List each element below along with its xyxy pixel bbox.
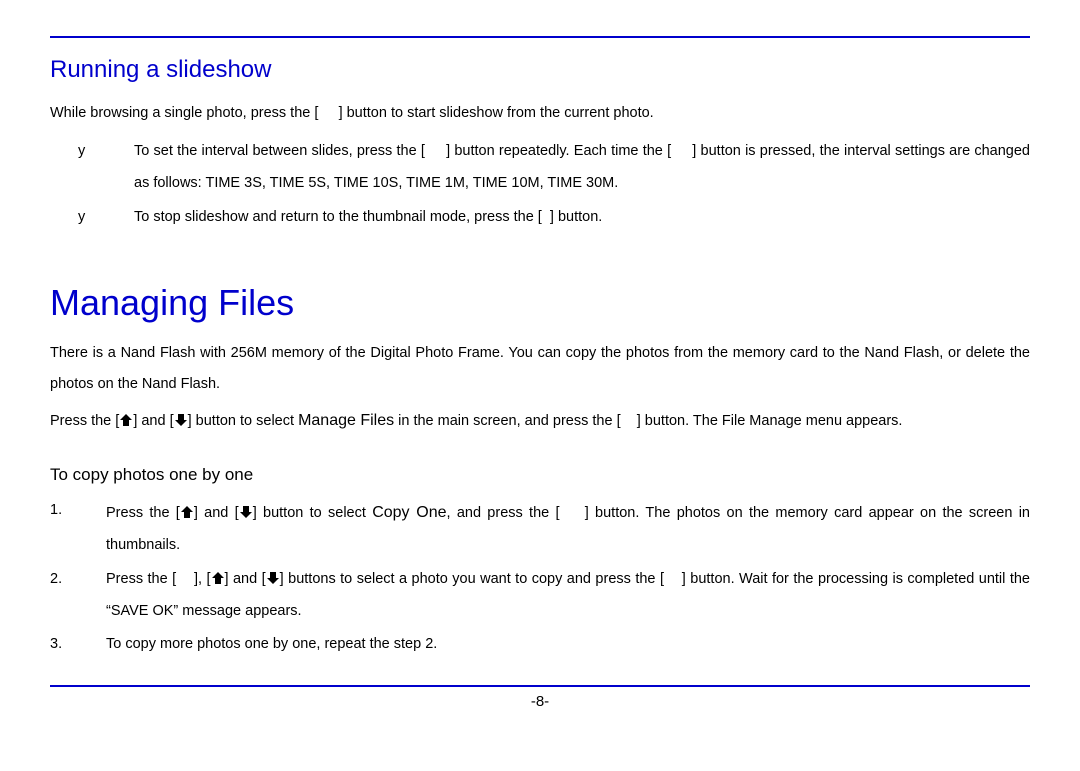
manage-files-label: Manage Files [298, 412, 394, 429]
text: Press the [ [106, 505, 180, 521]
text: , and press the [ [447, 505, 560, 521]
text: ] button. [550, 209, 602, 225]
step-text: Press the [ ] and [ ] button to select Cop… [106, 495, 1030, 562]
step-row: 1. Press the [ ] and [ ] button to select … [50, 495, 1030, 562]
bottom-rule [50, 685, 1030, 687]
text: ] button to start slideshow from the cur… [339, 105, 654, 121]
step-number: 1. [50, 495, 106, 562]
bullet-marker: y [78, 202, 134, 234]
arrow-up-icon [180, 505, 194, 519]
text: ] button to select [188, 413, 298, 429]
text: Press the [ [50, 413, 119, 429]
bullet-item: y To stop slideshow and return to the th… [78, 202, 1030, 234]
arrow-down-icon [239, 505, 253, 519]
arrow-down-icon [266, 571, 280, 585]
text: To stop slideshow and return to the thum… [134, 209, 542, 225]
text: To copy more photos one by one, repeat t… [106, 636, 437, 652]
arrow-up-icon [119, 413, 133, 427]
text: ], [ [194, 571, 211, 587]
text: ] button to select [253, 505, 373, 521]
copy-one-label: Copy One [372, 504, 446, 521]
managing-intro1: There is a Nand Flash with 256M memory o… [50, 338, 1030, 402]
section-heading-managing-files: Managing Files [50, 282, 1030, 324]
text: Press the [ [106, 571, 176, 587]
text: ] and [ [194, 505, 239, 521]
slideshow-bullets: y To set the interval between slides, pr… [78, 136, 1030, 234]
bullet-text: To set the interval between slides, pres… [134, 136, 1030, 200]
top-rule [50, 36, 1030, 38]
arrow-down-icon [174, 413, 188, 427]
text: ] buttons to select a photo you want to … [280, 571, 664, 587]
step-row: 3. To copy more photos one by one, repea… [50, 629, 1030, 661]
step-number: 3. [50, 629, 106, 661]
text: ] button repeatedly. Each time the [ [446, 143, 671, 159]
bullet-text: To stop slideshow and return to the thum… [134, 202, 1030, 234]
step-number: 2. [50, 564, 106, 628]
text: ] and [ [133, 413, 173, 429]
text: While browsing a single photo, press the… [50, 105, 318, 121]
section-heading-slideshow: Running a slideshow [50, 56, 1030, 84]
copy-steps: 1. Press the [ ] and [ ] button to select … [50, 495, 1030, 662]
step-text: Press the [ ], [ ] and [ ] buttons to sele… [106, 564, 1030, 628]
text: ] and [ [225, 571, 266, 587]
step-row: 2. Press the [ ], [ ] and [ ] buttons to s… [50, 564, 1030, 628]
bullet-marker: y [78, 136, 134, 200]
text: To set the interval between slides, pres… [134, 143, 425, 159]
text: ] button. The File Manage menu appears. [637, 413, 903, 429]
slideshow-intro: While browsing a single photo, press the… [50, 98, 1030, 130]
bullet-item: y To set the interval between slides, pr… [78, 136, 1030, 200]
text: in the main screen, and press the [ [394, 413, 621, 429]
page-number: -8- [50, 693, 1030, 710]
arrow-up-icon [211, 571, 225, 585]
step-text: To copy more photos one by one, repeat t… [106, 629, 1030, 661]
managing-intro2: Press the [ ] and [ ] button to select Man… [50, 403, 1030, 438]
subheading-copy-one: To copy photos one by one [50, 465, 1030, 485]
